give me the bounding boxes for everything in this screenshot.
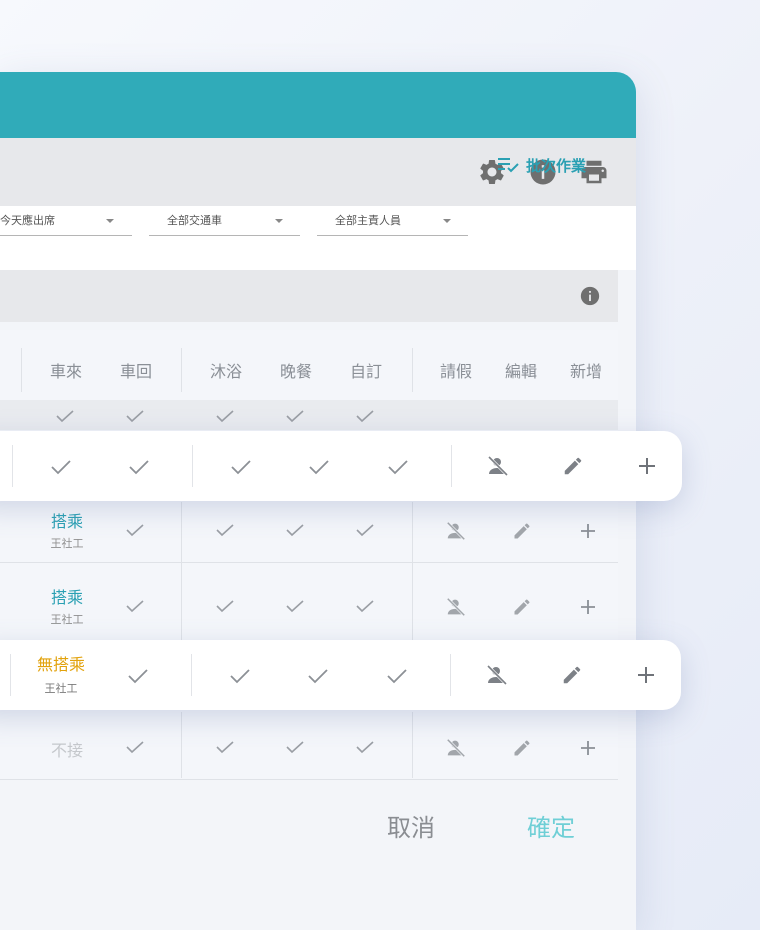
column-divider bbox=[412, 502, 413, 640]
chevron-down-icon bbox=[275, 219, 283, 223]
column-divider bbox=[181, 348, 182, 392]
vehicle-filter-select[interactable]: 全部交通車 bbox=[149, 206, 300, 236]
column-header-add: 新增 bbox=[570, 362, 603, 381]
attendance-table bbox=[0, 330, 618, 780]
batch-action-button[interactable]: 批次作業 bbox=[498, 150, 586, 180]
add-icon[interactable] bbox=[634, 453, 660, 479]
chevron-down-icon bbox=[443, 219, 451, 223]
check-icon[interactable] bbox=[125, 599, 145, 613]
leave-icon[interactable] bbox=[485, 453, 511, 479]
column-header-custom: 自訂 bbox=[350, 362, 383, 381]
column-divider bbox=[192, 445, 193, 487]
column-header-car-return: 車回 bbox=[120, 362, 153, 381]
vehicle-filter-value: 全部交通車 bbox=[167, 214, 222, 227]
batch-action-label: 批次作業 bbox=[526, 156, 587, 175]
leave-icon[interactable] bbox=[484, 662, 510, 688]
attendance-filter-value: 今天應出席 bbox=[0, 214, 55, 227]
leave-icon[interactable] bbox=[444, 736, 468, 760]
table-row-highlighted[interactable]: 無搭乘 王社工 bbox=[0, 640, 681, 710]
check-icon[interactable] bbox=[127, 668, 149, 684]
add-icon[interactable] bbox=[633, 662, 659, 688]
info-bar bbox=[0, 270, 618, 322]
column-header-edit: 編輯 bbox=[505, 362, 538, 381]
check-icon[interactable] bbox=[215, 523, 235, 537]
check-icon[interactable] bbox=[128, 459, 150, 475]
dialog-header-bar bbox=[0, 72, 636, 138]
leave-icon[interactable] bbox=[444, 519, 468, 543]
column-divider bbox=[450, 654, 451, 696]
check-icon[interactable] bbox=[55, 409, 75, 423]
column-divider bbox=[10, 654, 11, 696]
ride-status[interactable]: 搭乘 bbox=[51, 508, 83, 532]
staff-name: 王社工 bbox=[50, 537, 84, 550]
check-icon[interactable] bbox=[125, 740, 145, 754]
confirm-button[interactable]: 確定 bbox=[527, 808, 575, 843]
check-icon[interactable] bbox=[355, 740, 375, 754]
check-icon[interactable] bbox=[215, 599, 235, 613]
column-header-dinner: 晚餐 bbox=[280, 362, 313, 381]
check-icon[interactable] bbox=[285, 523, 305, 537]
checklist-icon bbox=[498, 158, 519, 173]
info-icon[interactable] bbox=[578, 284, 602, 308]
column-divider bbox=[12, 445, 13, 487]
check-icon[interactable] bbox=[229, 668, 251, 684]
staff-filter-value: 全部主責人員 bbox=[335, 214, 401, 227]
table-row bbox=[0, 400, 618, 430]
no-ride-status[interactable]: 無搭乘 bbox=[37, 651, 85, 675]
add-icon[interactable] bbox=[576, 519, 600, 543]
column-divider bbox=[451, 445, 452, 487]
column-divider bbox=[21, 348, 22, 392]
column-divider bbox=[412, 348, 413, 392]
staff-filter-select[interactable]: 全部主責人員 bbox=[317, 206, 468, 236]
check-icon[interactable] bbox=[125, 409, 145, 423]
check-icon[interactable] bbox=[308, 459, 330, 475]
check-icon[interactable] bbox=[230, 459, 252, 475]
add-icon[interactable] bbox=[576, 736, 600, 760]
attendance-filter-select[interactable]: 今天應出席 bbox=[0, 206, 132, 236]
edit-icon[interactable] bbox=[559, 662, 585, 688]
edit-icon[interactable] bbox=[560, 453, 586, 479]
ride-status[interactable]: 不接 bbox=[51, 737, 83, 761]
footer-divider bbox=[0, 779, 618, 780]
check-icon[interactable] bbox=[355, 599, 375, 613]
column-divider bbox=[191, 654, 192, 696]
column-divider bbox=[412, 712, 413, 778]
column-header-bath: 沐浴 bbox=[210, 362, 243, 381]
column-header-leave: 請假 bbox=[440, 362, 473, 381]
edit-icon[interactable] bbox=[510, 736, 534, 760]
check-icon[interactable] bbox=[307, 668, 329, 684]
leave-icon[interactable] bbox=[444, 595, 468, 619]
check-icon[interactable] bbox=[50, 459, 72, 475]
check-icon[interactable] bbox=[355, 523, 375, 537]
check-icon[interactable] bbox=[215, 409, 235, 423]
check-icon[interactable] bbox=[386, 668, 408, 684]
edit-icon[interactable] bbox=[510, 519, 534, 543]
check-icon[interactable] bbox=[285, 740, 305, 754]
cancel-button[interactable]: 取消 bbox=[387, 808, 435, 843]
table-row-highlighted[interactable] bbox=[0, 431, 682, 501]
check-icon[interactable] bbox=[285, 409, 305, 423]
column-header-car-arrive: 車來 bbox=[50, 362, 83, 381]
row-divider bbox=[0, 562, 618, 563]
column-divider bbox=[181, 502, 182, 640]
check-icon[interactable] bbox=[215, 740, 235, 754]
staff-name: 王社工 bbox=[50, 613, 84, 626]
edit-icon[interactable] bbox=[510, 595, 534, 619]
check-icon[interactable] bbox=[125, 523, 145, 537]
check-icon[interactable] bbox=[285, 599, 305, 613]
staff-name: 王社工 bbox=[44, 682, 78, 695]
column-divider bbox=[181, 712, 182, 778]
check-icon[interactable] bbox=[355, 409, 375, 423]
ride-status[interactable]: 搭乘 bbox=[51, 584, 83, 608]
check-icon[interactable] bbox=[387, 459, 409, 475]
add-icon[interactable] bbox=[576, 595, 600, 619]
chevron-down-icon bbox=[106, 219, 114, 223]
